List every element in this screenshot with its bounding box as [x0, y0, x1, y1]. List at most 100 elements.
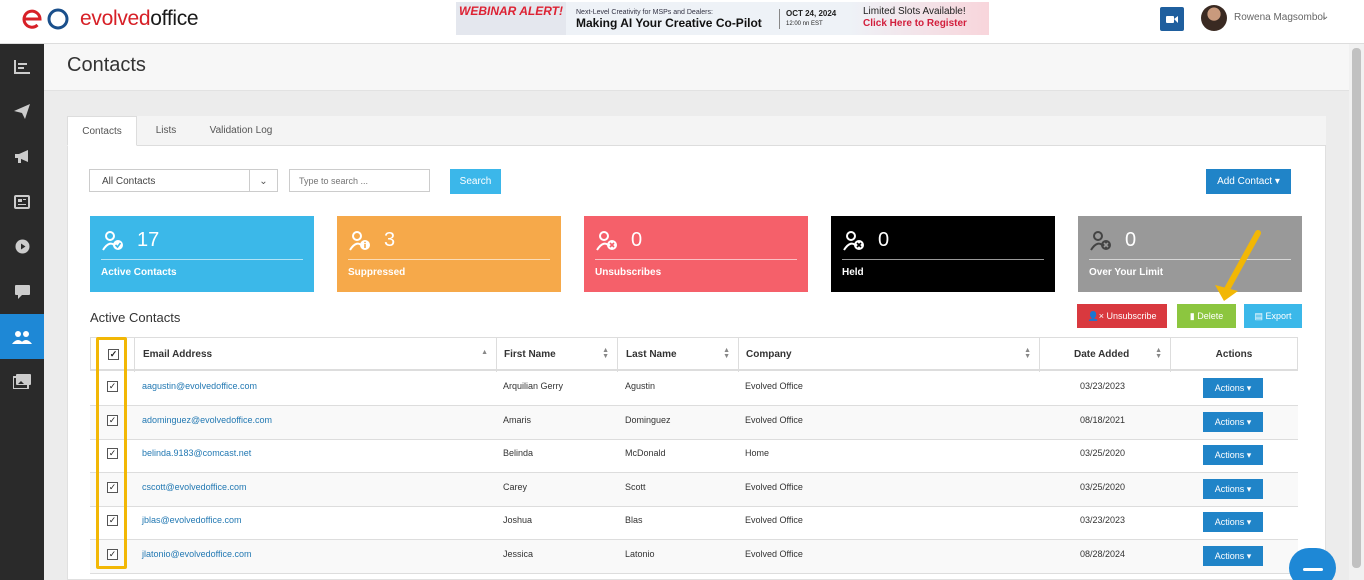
sort-icon: ▲ ▼ — [1024, 347, 1031, 360]
email-link[interactable]: aagustin@evolvedoffice.com — [142, 372, 257, 405]
export-button[interactable]: ▤ Export — [1244, 304, 1302, 328]
user-avatar[interactable] — [1201, 5, 1227, 31]
add-contact-button[interactable]: Add Contact ▾ — [1206, 169, 1291, 194]
sidebar-item-contacts[interactable] — [0, 314, 44, 359]
email-link[interactable]: jlatonio@evolvedoffice.com — [142, 540, 252, 573]
table-row[interactable]: ✓ aagustin@evolvedoffice.com Arquilian G… — [90, 372, 1298, 406]
company: Evolved Office — [745, 549, 803, 559]
unsubscribe-button[interactable]: 👤× Unsubscribe — [1077, 304, 1167, 328]
table-row[interactable]: ✓ jblas@evolvedoffice.com Joshua Blas Ev… — [90, 506, 1298, 540]
contact-filter-select[interactable]: All Contacts ⌄ — [89, 169, 278, 192]
first-name: Arquilian Gerry — [503, 381, 564, 391]
col-last-name[interactable]: Last Name ▲ ▼ — [618, 338, 739, 372]
date-added: 08/18/2021 — [1080, 415, 1126, 425]
date-added: 03/23/2023 — [1080, 515, 1126, 525]
stat-label: Over Your Limit — [1089, 267, 1164, 278]
company: Home — [745, 448, 770, 458]
sidebar-item-newsletters[interactable] — [0, 179, 44, 224]
row-actions-label: Actions — [1214, 417, 1245, 427]
first-name: Belinda — [503, 448, 534, 458]
tab-lists[interactable]: Lists — [147, 116, 185, 146]
table-row[interactable]: ✓ jlatonio@evolvedoffice.com Jessica Lat… — [90, 540, 1298, 574]
date-added: 03/25/2020 — [1080, 482, 1126, 492]
row-actions-label: Actions — [1214, 383, 1245, 393]
stat-card-suppressed[interactable]: 3 Suppressed — [337, 216, 561, 292]
row-actions-button[interactable]: Actions ▾ — [1203, 546, 1263, 566]
table-row[interactable]: ✓ adominguez@evolvedoffice.com Amaris Do… — [90, 406, 1298, 440]
delete-button[interactable]: ▮ Delete — [1177, 304, 1236, 328]
tab-validation-log[interactable]: Validation Log — [202, 116, 280, 146]
stat-card-over-limit[interactable]: 0 Over Your Limit — [1078, 216, 1302, 292]
col-first-name[interactable]: First Name ▲ ▼ — [497, 338, 618, 372]
sort-icon: ▲ ▼ — [602, 347, 609, 360]
chat-widget-button[interactable] — [1289, 548, 1336, 580]
table-row[interactable]: ✓ cscott@evolvedoffice.com Carey Scott E… — [90, 473, 1298, 507]
newspaper-icon — [14, 194, 30, 209]
col-date-added[interactable]: Date Added ▲ ▼ — [1040, 338, 1171, 372]
export-label: Export — [1265, 311, 1292, 321]
col-date-added-label: Date Added — [1074, 349, 1130, 360]
caret-down-icon: ▾ — [1246, 551, 1252, 561]
play-circle-icon — [15, 239, 29, 254]
date-added: 08/28/2024 — [1080, 549, 1126, 559]
email-link[interactable]: cscott@evolvedoffice.com — [142, 473, 247, 506]
webinar-banner[interactable]: WEBINAR ALERT! Next-Level Creativity for… — [456, 2, 989, 35]
sidebar-item-announcements[interactable] — [0, 134, 44, 179]
video-call-button[interactable] — [1160, 7, 1184, 31]
col-email[interactable]: Email Address ▲ — [135, 338, 497, 372]
stat-card-active[interactable]: 17 Active Contacts — [90, 216, 314, 292]
user-name[interactable]: Rowena Magsombol — [1234, 12, 1325, 23]
add-contact-label: Add Contact — [1217, 176, 1273, 187]
card-divider — [101, 259, 303, 260]
caret-down-icon: ▾ — [1246, 383, 1252, 393]
row-actions-label: Actions — [1214, 450, 1245, 460]
megaphone-icon — [15, 150, 28, 163]
video-camera-icon — [1166, 15, 1178, 23]
first-name: Amaris — [503, 415, 532, 425]
row-actions-button[interactable]: Actions ▾ — [1203, 512, 1263, 532]
webinar-time: 12:00 nn EST — [786, 20, 823, 27]
sidebar-item-messages[interactable] — [0, 269, 44, 314]
last-name: Blas — [625, 515, 643, 525]
email-link[interactable]: jblas@evolvedoffice.com — [142, 506, 242, 539]
col-company[interactable]: Company ▲ ▼ — [739, 338, 1040, 372]
row-actions-button[interactable]: Actions ▾ — [1203, 378, 1263, 398]
sidebar-item-reports[interactable] — [0, 44, 44, 89]
stat-value: 0 — [1125, 229, 1137, 251]
sort-icon: ▲ ▼ — [1155, 347, 1162, 360]
evolvedoffice-logo[interactable]: evolvedoffice — [20, 6, 199, 32]
row-actions-button[interactable]: Actions ▾ — [1203, 479, 1263, 499]
last-name: Dominguez — [625, 415, 671, 425]
tab-contacts[interactable]: Contacts — [67, 116, 137, 146]
user-times-icon — [843, 231, 864, 251]
search-input[interactable] — [289, 169, 430, 192]
eo-logo-icon — [22, 8, 69, 30]
sidebar-item-media[interactable] — [0, 359, 44, 404]
email-link[interactable]: adominguez@evolvedoffice.com — [142, 406, 272, 439]
page-scrollbar[interactable] — [1349, 44, 1364, 580]
sidebar-item-videos[interactable] — [0, 224, 44, 269]
stat-card-unsubscribes[interactable]: 0 Unsubscribes — [584, 216, 808, 292]
email-link[interactable]: belinda.9183@comcast.net — [142, 439, 251, 472]
webinar-cta[interactable]: Limited Slots Available! Click Here to R… — [849, 2, 989, 35]
last-name: Scott — [625, 482, 646, 492]
table-row[interactable]: ✓ belinda.9183@comcast.net Belinda McDon… — [90, 439, 1298, 473]
row-actions-button[interactable]: Actions ▾ — [1203, 412, 1263, 432]
card-divider — [348, 259, 550, 260]
user-menu-chevron-icon[interactable]: ⌄ — [1321, 11, 1329, 22]
stat-card-held[interactable]: 0 Held — [831, 216, 1055, 292]
caret-down-icon: ▾ — [1274, 176, 1280, 187]
search-button[interactable]: Search — [450, 169, 501, 194]
webinar-cta-line2[interactable]: Click Here to Register — [863, 18, 989, 30]
first-name: Jessica — [503, 549, 534, 559]
row-actions-label: Actions — [1214, 517, 1245, 527]
user-times-icon: 👤× — [1087, 311, 1104, 321]
company: Evolved Office — [745, 482, 803, 492]
first-name: Joshua — [503, 515, 533, 525]
webinar-cta-line1: Limited Slots Available! — [863, 6, 966, 17]
row-actions-button[interactable]: Actions ▾ — [1203, 445, 1263, 465]
user-times-icon — [1090, 231, 1111, 251]
scrollbar-thumb[interactable] — [1352, 48, 1361, 568]
sidebar-item-campaigns[interactable] — [0, 89, 44, 134]
caret-down-icon: ▾ — [1246, 450, 1252, 460]
